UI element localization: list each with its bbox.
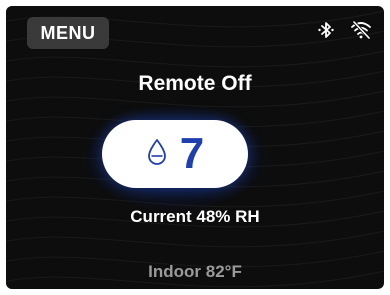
current-humidity: Current 48% RH [130,207,260,226]
status-icons [316,20,372,40]
indoor-temperature: Indoor 82°F [148,262,242,281]
setpoint-value: 7 [179,129,205,178]
thermostat-screen: MENU Remote Off 7 Current 48% RH Indoor … [6,6,384,289]
menu-button-label: MENU [40,22,96,43]
water-drop-icon [146,138,168,171]
menu-button[interactable]: MENU [27,17,109,49]
humidity-setpoint-button[interactable]: 7 [102,120,248,188]
wifi-off-icon [350,20,372,40]
bluetooth-icon [316,20,336,40]
mode-title: Remote Off [138,72,252,95]
